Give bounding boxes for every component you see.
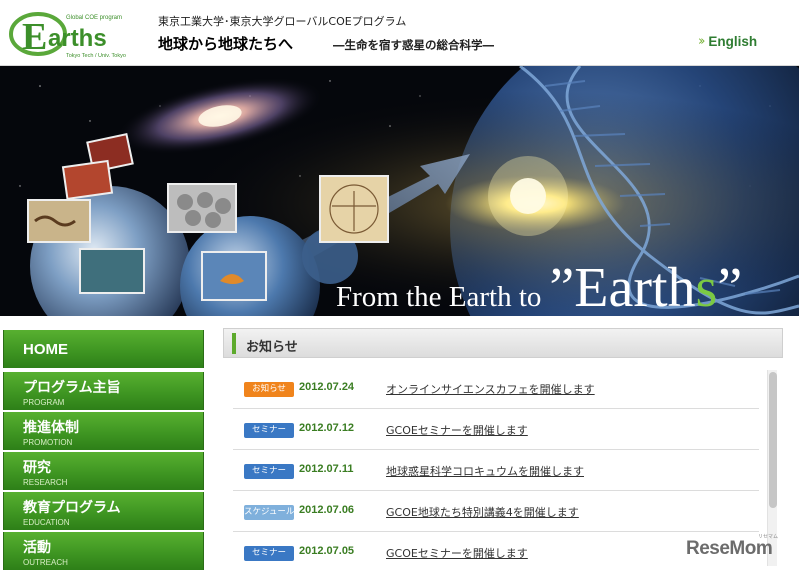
news-row: セミナー 2012.07.12 GCOEセミナーを開催します [233, 409, 759, 450]
sidebar-nav: HOME プログラム主旨 PROGRAM 推進体制 PROMOTION 研究 R… [3, 330, 204, 572]
resemom-watermark: ReseMom [686, 538, 773, 559]
sidebar-item-sublabel: OUTREACH [23, 558, 68, 567]
news-list: お知らせ 2012.07.24 オンラインサイエンスカフェを開催します セミナー… [233, 368, 759, 572]
org-name: 東京工業大学･東京大学グローバルCOEプログラム [158, 15, 407, 28]
sidebar-item-sublabel: EDUCATION [23, 518, 70, 527]
news-header: お知らせ [223, 328, 783, 358]
sidebar-item-label: 活動 [23, 540, 51, 556]
sidebar-item-research[interactable]: 研究 RESEARCH [3, 452, 204, 490]
english-link[interactable]: ›› English [698, 34, 757, 49]
news-tag-badge: セミナー [244, 546, 294, 561]
news-title-link[interactable]: GCOEセミナーを開催します [386, 422, 528, 438]
site-header: E arths Global COE program Tokyo Tech / … [0, 0, 799, 66]
double-chevron-right-icon: ›› [698, 34, 706, 49]
sidebar-item-label: プログラム主旨 [23, 380, 121, 396]
logo-wordmark: arths [48, 25, 107, 52]
news-title-link[interactable]: GCOE地球たち特別講義4を開催します [386, 504, 579, 520]
site-title: 地球から地球たちへ [158, 35, 294, 53]
hero-banner: From the Earth to ”Earths” [0, 66, 799, 316]
sidebar-item-program[interactable]: プログラム主旨 PROGRAM [3, 372, 204, 410]
news-tag-badge: セミナー [244, 464, 294, 479]
scrollbar-thumb[interactable] [769, 372, 777, 508]
earths-logo[interactable]: E arths Global COE program Tokyo Tech / … [8, 6, 148, 62]
tagline-main: ”Earths” [549, 257, 743, 316]
tagline-lead: From the Earth to [336, 281, 542, 313]
news-header-accent [232, 333, 236, 354]
sidebar-item-sublabel: PROGRAM [23, 398, 65, 407]
news-row: セミナー 2012.07.11 地球惑星科学コロキュウムを開催します [233, 450, 759, 491]
sidebar-item-label: 推進体制 [23, 420, 79, 436]
logo-sub: Tokyo Tech / Univ. Tokyo [66, 53, 126, 59]
news-tag-badge: セミナー [244, 423, 294, 438]
english-link-label: English [708, 34, 758, 49]
sidebar-item-label: 研究 [23, 460, 51, 476]
news-title-link[interactable]: 地球惑星科学コロキュウムを開催します [386, 463, 584, 479]
sidebar-item-sublabel: PROMOTION [23, 438, 73, 447]
news-tag-badge: お知らせ [244, 382, 294, 397]
sidebar-item-promotion[interactable]: 推進体制 PROMOTION [3, 412, 204, 450]
news-date: 2012.07.24 [299, 381, 355, 393]
news-panel: お知らせ お知らせ 2012.07.24 オンラインサイエンスカフェを開催します… [223, 328, 783, 572]
banner-tagline: From the Earth to ”Earths” [336, 256, 742, 316]
news-row: スケジュール 2012.07.06 GCOE地球たち特別講義4を開催します [233, 491, 759, 532]
sidebar-item-label: HOME [23, 341, 68, 358]
news-row: お知らせ 2012.07.24 オンラインサイエンスカフェを開催します [233, 368, 759, 409]
sidebar-item-home[interactable]: HOME [3, 330, 204, 368]
sidebar-item-sublabel: RESEARCH [23, 478, 68, 487]
news-date: 2012.07.06 [299, 504, 355, 516]
news-date: 2012.07.12 [299, 422, 355, 434]
news-title-link[interactable]: GCOEセミナーを開催します [386, 545, 528, 561]
news-title-link[interactable]: オンラインサイエンスカフェを開催します [386, 381, 595, 397]
logo-e-letter: E [22, 16, 47, 58]
sidebar-item-education[interactable]: 教育プログラム EDUCATION [3, 492, 204, 530]
site-subtitle: ―生命を宿す惑星の総合科学― [333, 38, 494, 52]
sidebar-item-label: 教育プログラム [23, 500, 121, 516]
news-date: 2012.07.05 [299, 545, 355, 557]
news-heading: お知らせ [246, 340, 298, 355]
logo-program: Global COE program [66, 15, 122, 21]
news-tag-badge: スケジュール [244, 505, 294, 520]
news-date: 2012.07.11 [299, 463, 354, 475]
sidebar-item-outreach[interactable]: 活動 OUTREACH [3, 532, 204, 570]
news-row: セミナー 2012.07.05 GCOEセミナーを開催します [233, 532, 759, 572]
